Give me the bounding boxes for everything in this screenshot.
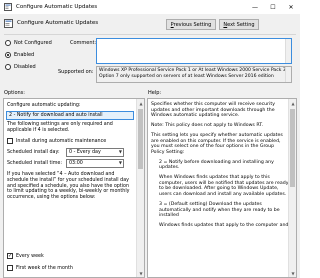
scroll-up-arrow-icon[interactable]: ▲ — [289, 99, 296, 107]
configure-updating-value: 2 - Notify for download and auto install — [9, 113, 103, 118]
help-paragraph: 3 = (Default setting) Download the updat… — [159, 201, 280, 219]
radio-circle[interactable] — [5, 40, 11, 46]
help-heading: Help: — [148, 90, 162, 96]
install-time-label: Scheduled install time: — [7, 161, 62, 166]
supported-scrollbar[interactable] — [285, 67, 291, 82]
scroll-up-arrow-icon[interactable]: ▲ — [137, 99, 144, 107]
radio-circle[interactable] — [5, 52, 11, 58]
maximize-button[interactable]: ☐ — [264, 0, 282, 14]
configure-updating-select[interactable]: 2 - Notify for download and auto install — [6, 111, 134, 120]
help-scrollbar[interactable]: ▲ ▼ — [288, 99, 296, 277]
window-title: Configure Automatic Updates — [16, 4, 98, 10]
options-panel: Configure automatic updating: 2 - Notify… — [3, 98, 145, 278]
title-bar[interactable]: Configure Automatic Updates — ☐ ✕ — [0, 0, 300, 14]
policy-dialog-window: Configure Automatic Updates — ☐ ✕ Config… — [0, 0, 300, 278]
auto-download-note: If you have selected “4 – Auto download … — [7, 172, 130, 201]
supported-on-label: Supported on: — [58, 69, 94, 75]
comment-scrollbar[interactable] — [285, 39, 291, 63]
options-heading: Options: — [4, 90, 25, 96]
checkbox-box[interactable] — [7, 138, 13, 144]
help-paragraph: 2 = Notify before downloading and instal… — [159, 159, 274, 171]
previous-setting-button[interactable]: Previous Setting — [166, 19, 216, 30]
minimize-button[interactable]: — — [246, 0, 264, 14]
window-controls: — ☐ ✕ — [246, 0, 300, 14]
help-paragraph: Windows finds updates that apply to the … — [159, 222, 289, 228]
radio-not-configured[interactable]: Not Configured — [5, 40, 52, 46]
checkbox-box[interactable]: ✓ — [7, 253, 13, 259]
every-week-label: Every week — [16, 253, 44, 259]
radio-enabled[interactable]: Enabled — [5, 52, 34, 58]
options-scrollbar[interactable]: ▲ ▼ — [136, 99, 144, 277]
radio-disabled[interactable]: Disabled — [5, 64, 36, 70]
first-week-label: First week of the month — [16, 265, 73, 271]
policy-settings-icon — [4, 19, 13, 28]
first-week-checkbox[interactable]: First week of the month — [7, 265, 73, 271]
radio-not-configured-label: Not Configured — [14, 40, 52, 46]
install-day-select[interactable]: 0 - Every day ▼ — [66, 148, 124, 157]
scroll-down-arrow-icon[interactable]: ▼ — [137, 269, 144, 277]
install-maintenance-checkbox[interactable]: Install during automatic maintenance — [7, 138, 106, 144]
install-time-select[interactable]: 03:00 ▼ — [66, 159, 124, 168]
chevron-down-icon: ▼ — [118, 149, 122, 154]
install-day-label: Scheduled install day: — [7, 150, 60, 155]
close-button[interactable]: ✕ — [282, 0, 300, 14]
install-maintenance-label: Install during automatic maintenance — [16, 138, 107, 144]
install-day-value: 0 - Every day — [69, 150, 101, 155]
install-time-value: 03:00 — [69, 161, 83, 166]
supported-on-text: Windows XP Professional Service Pack 1 o… — [99, 68, 286, 79]
header-divider — [4, 34, 296, 35]
scroll-down-arrow-icon[interactable]: ▼ — [289, 269, 296, 277]
help-paragraph: This setting lets you specify whether au… — [151, 132, 283, 155]
next-setting-button[interactable]: Next Setting — [219, 19, 259, 30]
help-paragraph: Note: This policy does not apply to Wind… — [151, 123, 264, 129]
supported-on-box: Windows XP Professional Service Pack 1 o… — [96, 66, 292, 83]
help-paragraph: When Windows finds updates that apply to… — [159, 175, 289, 198]
radio-disabled-label: Disabled — [14, 64, 36, 70]
previous-setting-label: revious Setting — [173, 21, 212, 28]
help-text: Specifies whether this computer will rec… — [151, 102, 289, 233]
next-setting-label: ext Setting — [227, 21, 255, 28]
chevron-down-icon: ▼ — [118, 160, 122, 165]
help-paragraph: Specifies whether this computer will rec… — [151, 102, 275, 119]
comment-label: Comment: — [70, 40, 97, 46]
settings-note: The following settings are only required… — [7, 122, 113, 133]
setting-header: Configure Automatic Updates Previous Set… — [0, 14, 300, 34]
policy-settings-icon — [4, 3, 12, 11]
every-week-checkbox[interactable]: ✓ Every week — [7, 253, 44, 259]
scroll-thumb[interactable] — [290, 109, 295, 187]
checkbox-box[interactable] — [7, 265, 13, 271]
configure-updating-label: Configure automatic updating: — [7, 103, 81, 108]
comment-input[interactable] — [96, 38, 292, 64]
setting-title: Configure Automatic Updates — [17, 20, 99, 26]
help-panel: Specifies whether this computer will rec… — [147, 98, 297, 278]
scroll-thumb[interactable] — [138, 109, 143, 169]
radio-circle[interactable] — [5, 64, 11, 70]
radio-enabled-label: Enabled — [14, 52, 35, 58]
